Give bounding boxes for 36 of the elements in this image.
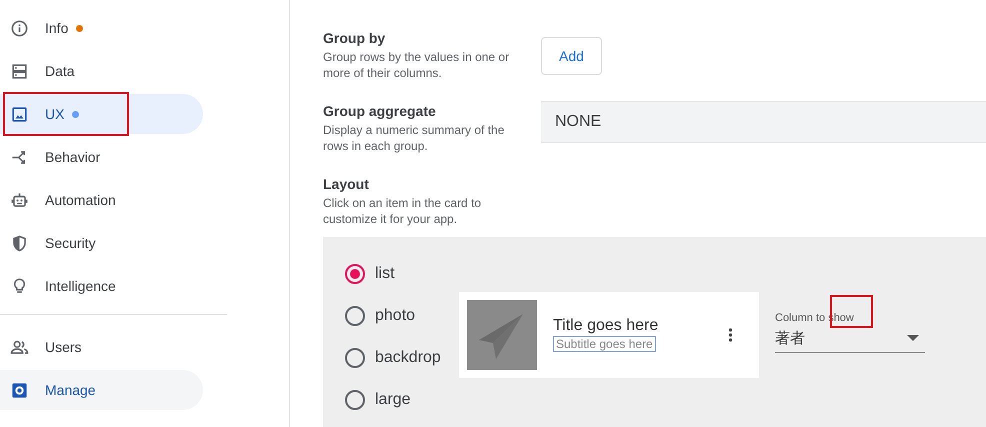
image-icon — [10, 104, 29, 124]
radio-button[interactable] — [345, 348, 365, 368]
shield-icon — [10, 234, 29, 252]
setting-title: Group aggregate — [323, 103, 437, 119]
setting-title: Group by — [323, 30, 386, 46]
radio-label: large — [375, 391, 411, 409]
radio-label: backdrop — [375, 349, 441, 367]
robot-icon — [10, 190, 29, 210]
radio-button[interactable] — [345, 306, 365, 326]
nav-item[interactable]: Automation — [0, 180, 203, 220]
card-subtitle[interactable]: Subtitle goes here — [553, 336, 656, 352]
gear-icon — [10, 380, 29, 400]
nav-item[interactable]: Behavior — [0, 137, 203, 177]
nav-item[interactable]: Users — [0, 327, 203, 367]
nav-item[interactable]: Info — [0, 8, 203, 48]
add-button[interactable]: Add — [541, 37, 602, 75]
aggregate-select[interactable]: NONE — [541, 101, 986, 143]
nav-item[interactable]: Manage — [0, 370, 203, 410]
setting-description: Display a numeric summary of the rows in each group. — [323, 122, 506, 154]
nav-item[interactable]: Security — [0, 223, 203, 263]
nav-item[interactable]: Data — [0, 51, 203, 91]
nav-item[interactable]: Intelligence — [0, 266, 203, 306]
setting-description: Group rows by the values in one or more of their columns. — [323, 49, 510, 81]
more-icon[interactable] — [728, 328, 733, 342]
caret-icon — [907, 335, 919, 341]
radio-label: photo — [375, 307, 416, 325]
nav-item[interactable]: UX — [0, 94, 203, 134]
storage-icon — [10, 62, 29, 80]
card-title[interactable]: Title goes here — [553, 317, 728, 335]
info-icon — [10, 18, 29, 38]
setting-description: Click on an item in the card to customize it for your app. — [323, 195, 482, 227]
radio-button[interactable] — [345, 264, 365, 284]
radio-button[interactable] — [345, 390, 365, 410]
radio-label: list — [375, 265, 395, 283]
column-select[interactable]: 著者 — [775, 324, 925, 353]
setting-title: Layout — [323, 176, 370, 192]
